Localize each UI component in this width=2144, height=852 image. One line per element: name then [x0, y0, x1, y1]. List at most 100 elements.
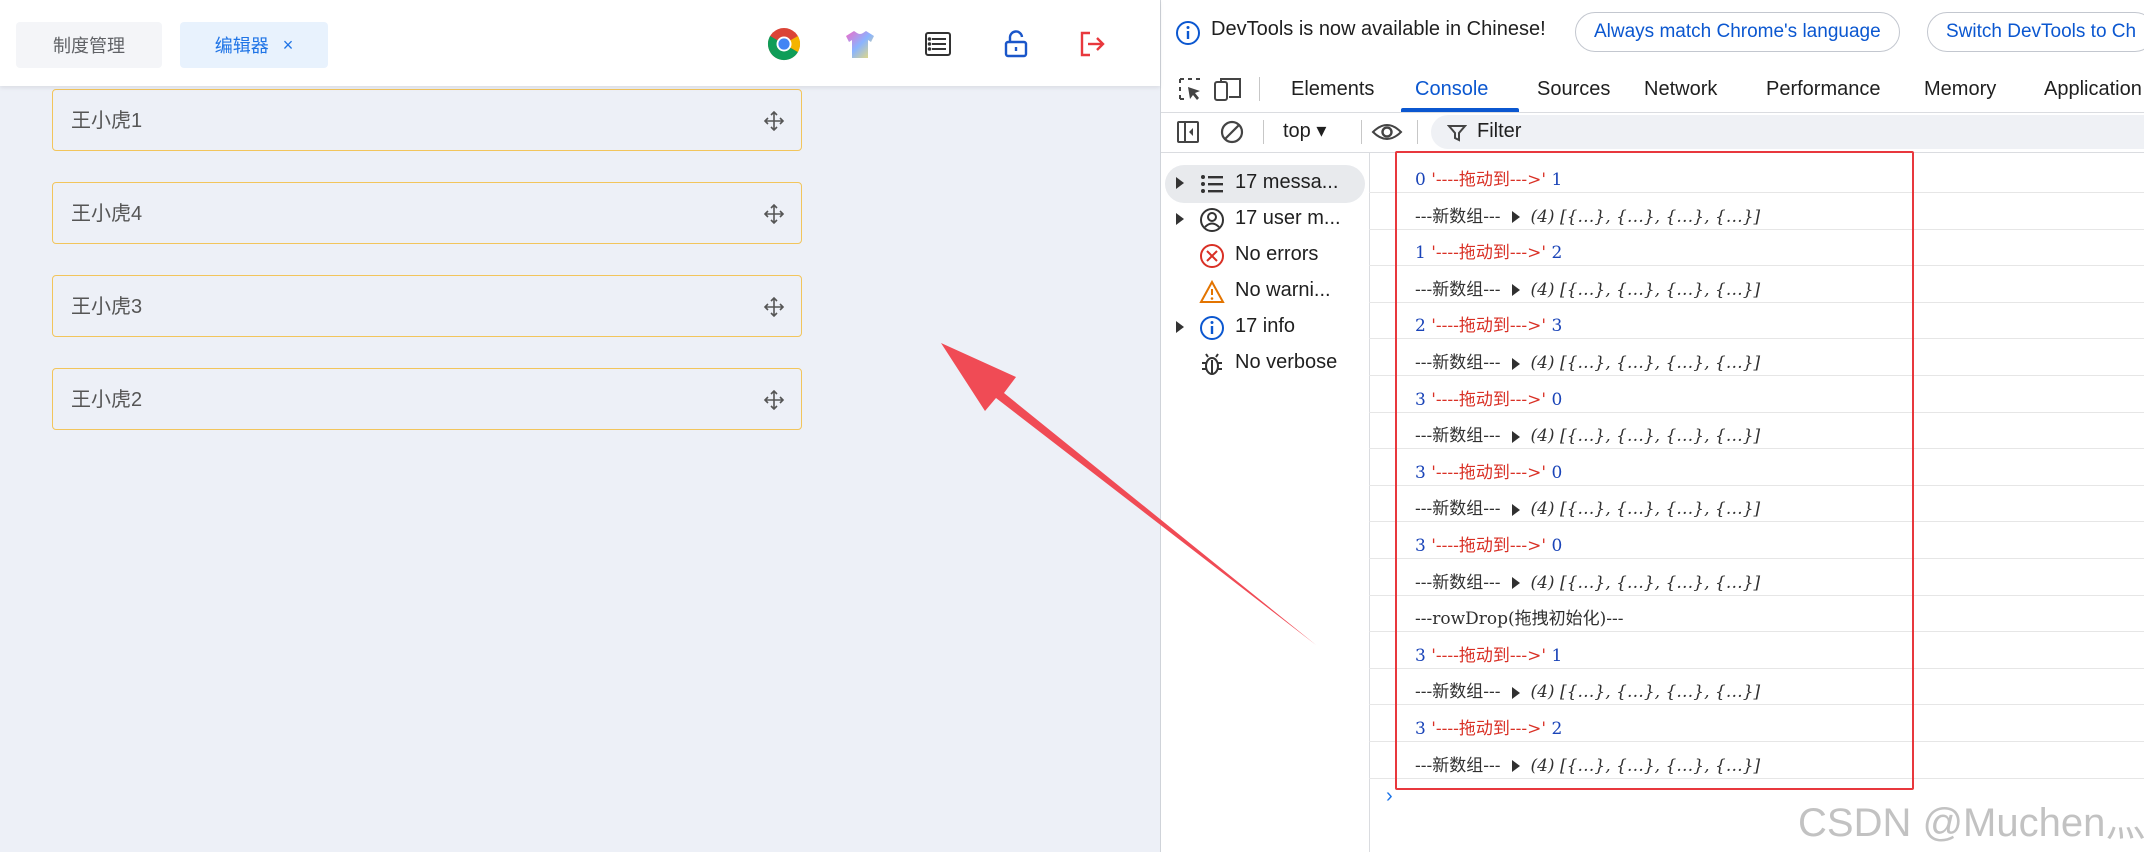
console-prompt[interactable]: › — [1386, 785, 1393, 808]
console-row[interactable]: ---新数组--- (4) [{…}, {…}, {…}, {…}] — [1369, 560, 2144, 596]
console-row: 3 '----拖动到--->' 2 — [1369, 706, 2144, 742]
tab-performance[interactable]: Performance — [1766, 66, 1881, 112]
array-label: ---新数组--- — [1415, 499, 1501, 520]
device-toolbar-icon[interactable] — [1213, 76, 1243, 102]
tab-editor[interactable]: 编辑器 × — [180, 22, 328, 68]
sidebar-item-messages[interactable]: 17 messa... — [1171, 167, 1361, 201]
logout-icon[interactable] — [1072, 24, 1112, 64]
array-label: ---新数组--- — [1415, 426, 1501, 447]
to-index: 0 — [1551, 536, 1563, 556]
sidebar-item-verbose[interactable]: No verbose — [1171, 347, 1361, 381]
sidebar-item-errors[interactable]: No errors — [1171, 239, 1361, 273]
console-row[interactable]: ---新数组--- (4) [{…}, {…}, {…}, {…}] — [1369, 194, 2144, 230]
tab-application[interactable]: Application — [2044, 66, 2142, 112]
sidebar-item-label: No verbose — [1235, 351, 1338, 373]
move-string: '----拖动到--->' — [1431, 645, 1547, 666]
expand-arrow-icon[interactable] — [1512, 430, 1521, 443]
tab-network[interactable]: Network — [1644, 66, 1717, 112]
console-message: 1 '----拖动到--->' 2 — [1415, 238, 1562, 263]
app-panel: 制度管理 编辑器 × 王小虎1 王小虎4 王小虎3 王小虎2 — [0, 0, 1160, 852]
move-string: '----拖动到--->' — [1431, 316, 1547, 337]
sidebar-item-info[interactable]: 17 info — [1171, 311, 1361, 345]
array-count: (4) — [1530, 682, 1555, 703]
switch-language-button[interactable]: Switch DevTools to Ch — [1927, 12, 2144, 52]
bug-icon — [1202, 353, 1222, 375]
eye-icon[interactable] — [1371, 120, 1403, 144]
console-row[interactable]: ---新数组--- (4) [{…}, {…}, {…}, {…}] — [1369, 669, 2144, 706]
warning-icon — [1199, 279, 1225, 303]
clear-console-icon[interactable] — [1219, 119, 1245, 145]
context-selector[interactable]: top ▾ — [1283, 118, 1326, 143]
console-message: ---新数组--- (4) [{…}, {…}, {…}, {…}] — [1415, 421, 1760, 446]
console-message: 3 '----拖动到--->' 1 — [1415, 641, 1562, 666]
log-text: ---rowDrop(拖拽初始化)--- — [1415, 609, 1624, 630]
array-preview: [{…}, {…}, {…}, {…}] — [1559, 572, 1761, 593]
info-icon — [1200, 316, 1224, 340]
draggable-row[interactable]: 王小虎1 — [52, 89, 802, 151]
expand-arrow-icon[interactable] — [1512, 503, 1521, 516]
inspect-element-icon[interactable] — [1177, 76, 1203, 102]
user-icon — [1200, 208, 1224, 232]
expand-icon[interactable] — [1175, 320, 1185, 334]
chrome-icon[interactable] — [764, 24, 804, 64]
console-message: 0 '----拖动到--->' 1 — [1415, 165, 1562, 190]
expand-arrow-icon[interactable] — [1512, 284, 1521, 297]
list-icon — [1201, 175, 1223, 193]
expand-arrow-icon[interactable] — [1512, 577, 1521, 590]
array-preview: [{…}, {…}, {…}, {…}] — [1559, 499, 1761, 520]
expand-arrow-icon[interactable] — [1512, 357, 1521, 370]
console-row: 0 '----拖动到--->' 1 — [1369, 157, 2144, 193]
tab-console[interactable]: Console — [1415, 66, 1488, 112]
devtools-panel: DevTools is now available in Chinese! Al… — [1160, 0, 2144, 852]
array-count: (4) — [1530, 353, 1555, 373]
array-count: (4) — [1530, 499, 1555, 520]
array-label: ---新数组--- — [1415, 279, 1501, 300]
list-icon[interactable] — [918, 24, 958, 64]
expand-arrow-icon[interactable] — [1512, 686, 1521, 699]
tab-system-management[interactable]: 制度管理 — [16, 22, 162, 68]
filter-placeholder: Filter — [1477, 120, 1522, 142]
console-row: 3 '----拖动到--->' 1 — [1369, 633, 2144, 669]
unlock-icon[interactable] — [996, 24, 1036, 64]
sidebar-item-user-messages[interactable]: 17 user m... — [1171, 203, 1361, 237]
array-count: (4) — [1530, 572, 1555, 593]
console-row[interactable]: ---新数组--- (4) [{…}, {…}, {…}, {…}] — [1369, 413, 2144, 450]
array-label: ---新数组--- — [1415, 572, 1501, 593]
expand-icon[interactable] — [1175, 212, 1185, 226]
draggable-row[interactable]: 王小虎4 — [52, 182, 802, 244]
from-index: 3 — [1415, 462, 1426, 483]
expand-arrow-icon[interactable] — [1512, 760, 1521, 773]
console-row[interactable]: ---新数组--- (4) [{…}, {…}, {…}, {…}] — [1369, 743, 2144, 779]
move-icon[interactable] — [763, 389, 785, 411]
sidebar-item-warnings[interactable]: No warni... — [1171, 275, 1361, 309]
tab-sources[interactable]: Sources — [1537, 66, 1610, 112]
console-row[interactable]: ---新数组--- (4) [{…}, {…}, {…}, {…}] — [1369, 486, 2144, 523]
close-icon[interactable]: × — [283, 35, 294, 56]
console-message: ---rowDrop(拖拽初始化)--- — [1415, 604, 1624, 629]
filter-input[interactable]: Filter — [1431, 115, 2144, 149]
expand-arrow-icon[interactable] — [1512, 211, 1521, 224]
console-sidebar: 17 messa... 17 user m... No errors No wa… — [1161, 152, 1370, 852]
array-preview: [{…}, {…}, {…}, {…}] — [1559, 353, 1761, 373]
move-string: '----拖动到--->' — [1431, 243, 1547, 264]
draggable-row[interactable]: 王小虎2 — [52, 368, 802, 430]
move-icon[interactable] — [763, 110, 785, 132]
to-index: 3 — [1551, 316, 1563, 337]
row-label: 王小虎3 — [71, 296, 143, 318]
to-index: 1 — [1551, 645, 1563, 666]
console-row[interactable]: ---新数组--- (4) [{…}, {…}, {…}, {…}] — [1369, 267, 2144, 303]
array-preview: [{…}, {…}, {…}, {…}] — [1559, 206, 1761, 227]
match-language-button[interactable]: Always match Chrome's language — [1575, 12, 1900, 52]
sidebar-toggle-icon[interactable] — [1175, 119, 1201, 145]
move-icon[interactable] — [763, 203, 785, 225]
tab-elements[interactable]: Elements — [1291, 66, 1374, 112]
draggable-row[interactable]: 王小虎3 — [52, 275, 802, 337]
from-index: 0 — [1415, 170, 1426, 190]
tshirt-icon[interactable] — [840, 24, 880, 64]
console-row[interactable]: ---新数组--- (4) [{…}, {…}, {…}, {…}] — [1369, 340, 2144, 376]
move-icon[interactable] — [763, 296, 785, 318]
console-message: 2 '----拖动到--->' 3 — [1415, 311, 1562, 336]
tab-memory[interactable]: Memory — [1924, 66, 1996, 112]
expand-icon[interactable] — [1175, 176, 1185, 190]
sidebar-item-label: 17 messa... — [1235, 171, 1339, 193]
